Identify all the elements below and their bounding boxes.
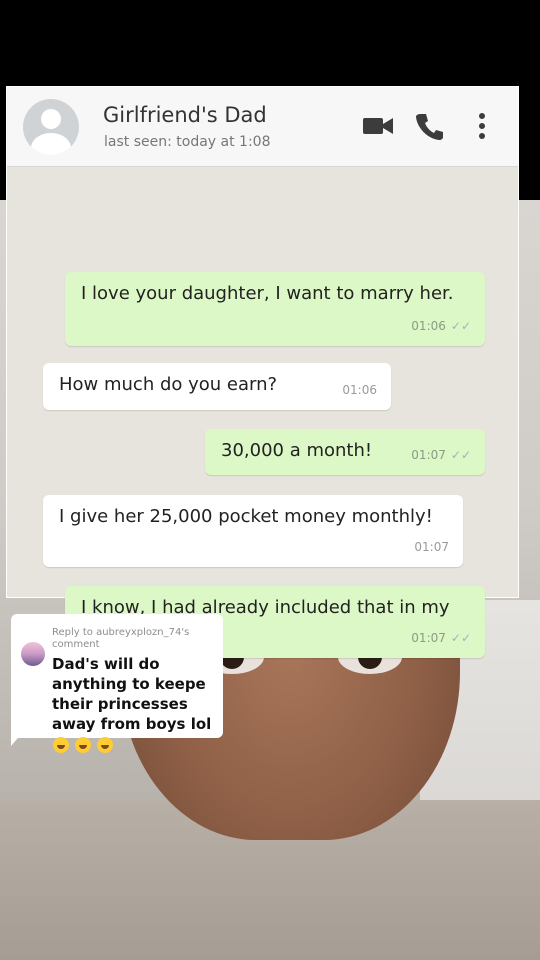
read-ticks-icon: ✓✓ [450,448,471,462]
message-time: 01:07 [411,631,446,645]
message-outgoing[interactable]: I love your daughter, I want to marry he… [65,272,485,346]
grinning-sweat-emoji-icon [53,737,69,753]
message-time: 01:06 [411,319,446,333]
video-call-icon[interactable] [361,109,395,143]
message-time: 01:07 [411,448,446,462]
message-time: 01:07 [414,540,449,554]
smirk-emoji-icon [97,737,114,753]
read-ticks-icon: ✓✓ [450,319,471,333]
reply-comment-text: Dad's will do anything to keepe their pr… [52,655,212,733]
last-seen-status: last seen: today at 1:08 [104,134,271,150]
message-text: I give her 25,000 pocket money monthly! [59,506,433,527]
message-incoming[interactable]: How much do you earn? 01:06 [43,363,391,410]
reply-sticker-tail [11,732,23,746]
reply-text: Dad's will do anything to keepe their pr… [52,654,222,755]
message-incoming[interactable]: I give her 25,000 pocket money monthly! … [43,495,463,567]
more-options-icon[interactable] [465,109,499,143]
reply-header: Reply to aubreyxplozn_74's comment [52,627,190,650]
grinning-sweat-emoji-icon [75,737,92,753]
commenter-avatar [21,642,45,666]
message-list: I love your daughter, I want to marry he… [7,167,518,658]
voice-call-icon[interactable] [412,109,446,143]
chat-header: Girlfriend's Dad last seen: today at 1:0… [7,87,518,167]
reply-comment-sticker[interactable]: Reply to aubreyxplozn_74's comment Dad's… [11,614,223,753]
message-outgoing[interactable]: 30,000 a month! 01:07 ✓✓ [205,429,485,475]
read-ticks-icon: ✓✓ [450,631,471,645]
message-time: 01:06 [342,383,377,397]
chat-screenshot: Girlfriend's Dad last seen: today at 1:0… [6,86,519,658]
contact-avatar[interactable] [23,99,79,155]
message-text: I love your daughter, I want to marry he… [81,283,454,304]
contact-name[interactable]: Girlfriend's Dad [103,103,267,127]
message-text: How much do you earn? [59,374,278,395]
